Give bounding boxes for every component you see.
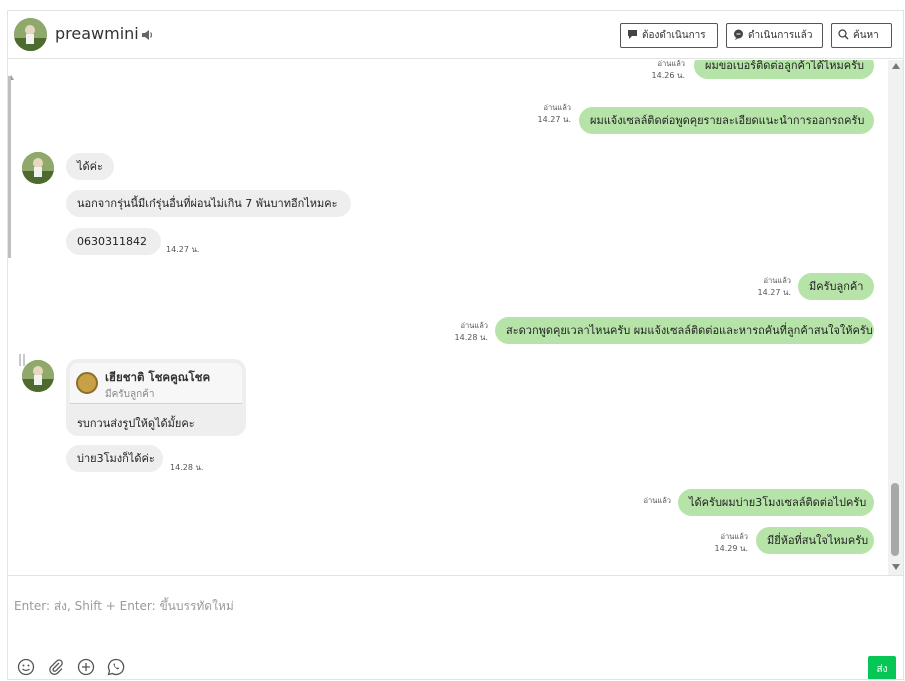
quoted-text: มีครับลูกค้า [105, 389, 155, 400]
message-meta: อ่านแล้ว 14.26 น. [651, 60, 685, 80]
contact-name[interactable]: preawmini [55, 24, 139, 43]
message-bubble-outgoing[interactable]: ได้ครับผมบ่าย3โมงเซลล์ติดต่อไปครับ [678, 489, 874, 516]
message-time: 14.27 น. [166, 245, 200, 254]
attach-icon[interactable] [47, 658, 67, 678]
composer: ส่ง [8, 575, 903, 679]
comment-icon [627, 29, 638, 43]
message-bubble-incoming[interactable]: บ่าย3โมงก็ได้ค่ะ [66, 445, 163, 472]
message-bubble-incoming[interactable]: 0630311842 [66, 228, 161, 255]
search-button[interactable]: ค้นหา [831, 23, 892, 48]
scroll-down-icon[interactable] [892, 564, 900, 570]
message-bubble-outgoing[interactable]: สะดวกพูดคุยเวลาไหนครับ ผมแจ้งเซลล์ติดต่อ… [495, 317, 874, 344]
emoji-icon[interactable] [17, 658, 37, 678]
message-bubble-outgoing[interactable]: ผมขอเบอร์ติดต่อลูกค้าได้ไหมครับ [694, 60, 874, 79]
sender-badge-icon [76, 372, 98, 394]
search-label: ค้นหา [853, 30, 879, 41]
message-list[interactable]: อ่านแล้ว 14.26 น. ผมขอเบอร์ติดต่อลูกค้าได… [8, 60, 888, 575]
message-meta: อ่านแล้ว 14.28 น. [454, 321, 488, 342]
drag-handle-icon[interactable] [19, 354, 25, 366]
message-bubble-incoming[interactable]: ได้ค่ะ [66, 153, 114, 180]
reply-text: รบกวนส่งรูปให้ดูได้มั้ยคะ [77, 417, 195, 430]
todo-button[interactable]: ต้องดำเนินการ [620, 23, 718, 48]
contact-avatar[interactable] [22, 360, 54, 392]
done-button[interactable]: ดำเนินการแล้ว [726, 23, 823, 48]
message-time: 14.28 น. [170, 463, 204, 472]
done-label: ดำเนินการแล้ว [748, 30, 813, 41]
message-bubble-incoming[interactable]: นอกจากรุ่นนี้มีเก๋รุ่นอื่นที่ผ่อนไม่เกิน… [66, 190, 351, 217]
add-icon[interactable] [77, 658, 97, 678]
message-meta: อ่านแล้ว 14.29 น. [714, 532, 748, 553]
message-input[interactable] [14, 586, 894, 626]
scrollbar-thumb[interactable] [891, 483, 899, 556]
message-bubble-outgoing[interactable]: มีครับลูกค้า [798, 273, 874, 300]
speaker-icon[interactable] [140, 27, 156, 41]
contact-avatar[interactable] [22, 152, 54, 184]
contact-avatar[interactable] [14, 18, 47, 51]
whatsapp-icon[interactable] [107, 658, 127, 678]
message-bubble-outgoing[interactable]: ผมแจ้งเซลล์ติดต่อพูดคุยรายละเอียดแนะนำกา… [579, 107, 874, 134]
reply-message-card[interactable]: เฮียชาติ โชคคูณโชค มีครับลูกค้า รบกวนส่ง… [66, 359, 246, 436]
message-meta: อ่านแล้ว 14.27 น. [757, 276, 791, 297]
quoted-message[interactable]: เฮียชาติ โชคคูณโชค มีครับลูกค้า [70, 363, 242, 404]
todo-label: ต้องดำเนินการ [642, 30, 706, 41]
chat-header: preawmini ต้องดำเนินการ ดำเนินการแล้ว ค้… [8, 11, 903, 59]
quoted-sender-name: เฮียชาติ โชคคูณโชค [105, 370, 211, 384]
comment-check-icon [733, 29, 744, 43]
chat-window: preawmini ต้องดำเนินการ ดำเนินการแล้ว ค้… [7, 10, 904, 680]
search-icon [838, 28, 849, 43]
scroll-up-icon[interactable] [892, 63, 900, 69]
message-meta: อ่านแล้ว [643, 496, 671, 505]
send-button[interactable]: ส่ง [868, 656, 896, 679]
message-meta: อ่านแล้ว 14.27 น. [537, 103, 571, 124]
message-bubble-outgoing[interactable]: มียี่ห้อที่สนใจไหมครับ [756, 527, 874, 554]
left-scrollbar[interactable] [8, 76, 11, 258]
